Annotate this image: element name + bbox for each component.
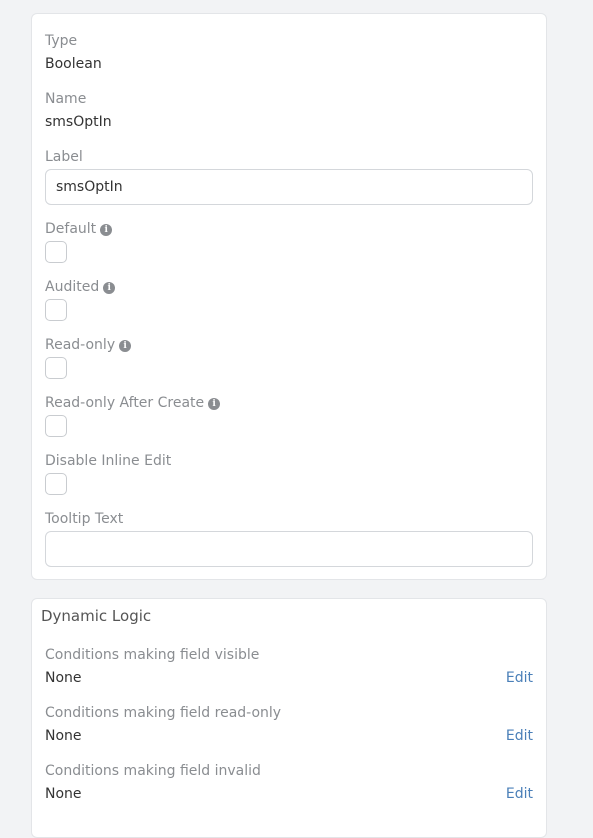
name-value: smsOptIn [45,114,112,130]
read-only-label: Read-only i [45,336,132,354]
visible-conditions-value: None [45,670,82,686]
read-only-conditions-edit-link[interactable]: Edit [506,727,533,745]
read-only-conditions-label: Conditions making field read-only [45,705,282,721]
label-field-label: Label [45,149,83,165]
dynamic-logic-title: Dynamic Logic [41,607,152,625]
dynamic-logic-panel: Dynamic Logic Conditions making field vi… [31,598,547,838]
info-icon[interactable]: i [208,398,221,410]
read-only-after-create-checkbox[interactable] [45,415,67,437]
default-checkbox[interactable] [45,241,67,263]
label-input[interactable]: smsOptIn [45,169,533,205]
read-only-label-text: Read-only [45,337,116,353]
invalid-conditions-value: None [45,786,82,802]
info-icon[interactable]: i [103,282,116,294]
disable-inline-edit-checkbox[interactable] [45,473,67,495]
invalid-conditions-label: Conditions making field invalid [45,763,261,779]
type-label: Type [45,33,78,49]
info-icon[interactable]: i [100,224,113,236]
tooltip-text-input[interactable] [45,531,533,567]
audited-label-text: Audited [45,279,100,295]
info-icon[interactable]: i [119,340,132,352]
default-label: Default i [45,220,113,238]
name-label: Name [45,91,87,107]
read-only-checkbox[interactable] [45,357,67,379]
read-only-after-create-label-text: Read-only After Create [45,395,205,411]
disable-inline-edit-label: Disable Inline Edit [45,453,172,469]
visible-conditions-label: Conditions making field visible [45,647,260,663]
tooltip-text-label: Tooltip Text [45,511,124,527]
default-label-text: Default [45,221,97,237]
read-only-after-create-label: Read-only After Create i [45,394,221,412]
type-value: Boolean [45,56,102,72]
audited-label: Audited i [45,278,116,296]
visible-conditions-edit-link[interactable]: Edit [506,669,533,687]
field-properties-panel: Type Boolean Name smsOptIn Label smsOptI… [31,13,547,580]
audited-checkbox[interactable] [45,299,67,321]
invalid-conditions-edit-link[interactable]: Edit [506,785,533,803]
read-only-conditions-value: None [45,728,82,744]
